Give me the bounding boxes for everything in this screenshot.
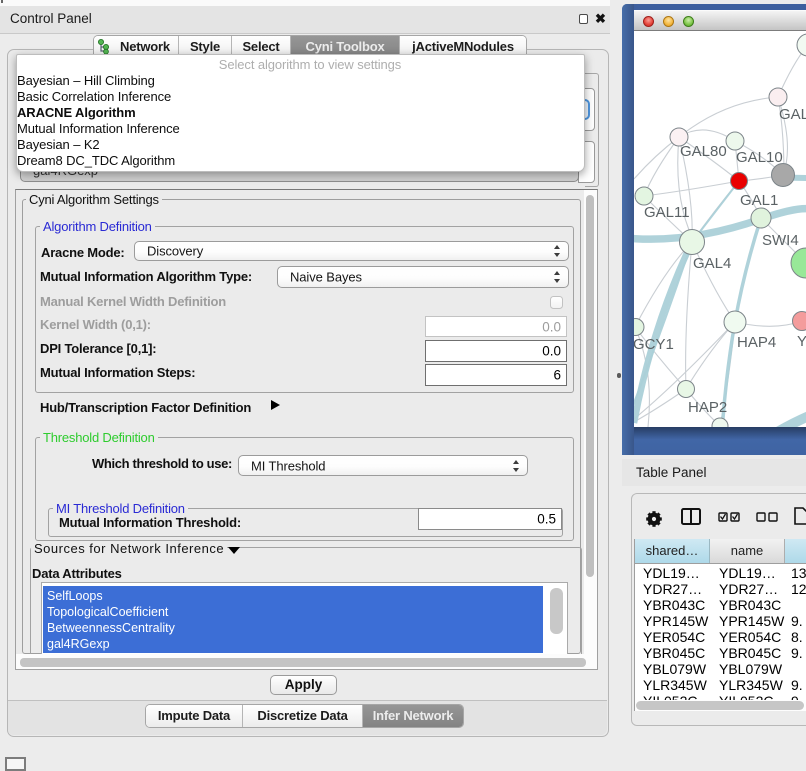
svg-text:HAP2: HAP2 (688, 399, 727, 416)
svg-text:GAL80: GAL80 (680, 143, 727, 160)
svg-text:GAL: GAL (779, 106, 806, 123)
svg-text:GAL11: GAL11 (644, 204, 690, 221)
svg-text:GCY1: GCY1 (634, 336, 674, 353)
svg-text:SWI4: SWI4 (762, 232, 799, 249)
svg-text:GAL10: GAL10 (736, 149, 783, 166)
svg-text:Y: Y (797, 333, 806, 350)
svg-text:HAP4: HAP4 (737, 334, 776, 351)
svg-text:GAL4: GAL4 (693, 255, 731, 272)
svg-text:GAL1: GAL1 (740, 192, 778, 209)
